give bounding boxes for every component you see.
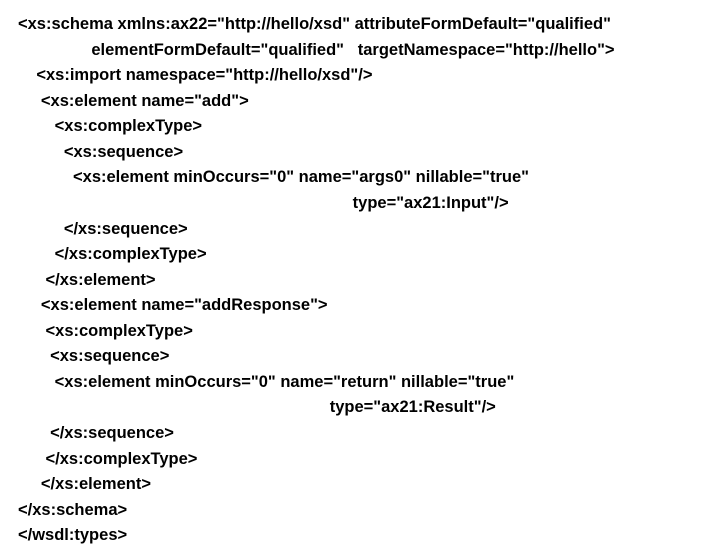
code-line: <xs:import namespace="http://hello/xsd"/… xyxy=(18,63,702,89)
code-line: <xs:complexType> xyxy=(18,319,702,345)
code-line: </xs:schema> xyxy=(18,498,702,524)
code-line: <xs:sequence> xyxy=(18,140,702,166)
code-line: <xs:sequence> xyxy=(18,344,702,370)
code-line: <xs:element name="addResponse"> xyxy=(18,293,702,319)
code-line: elementFormDefault="qualified" targetNam… xyxy=(18,38,702,64)
code-line: <xs:element minOccurs="0" name="return" … xyxy=(18,370,702,396)
xml-schema-code-block: <xs:schema xmlns:ax22="http://hello/xsd"… xyxy=(18,12,702,549)
code-line: </wsdl:types> xyxy=(18,523,702,549)
code-line: </xs:sequence> xyxy=(18,217,702,243)
code-line: <xs:element name="add"> xyxy=(18,89,702,115)
code-line: </xs:complexType> xyxy=(18,447,702,473)
code-line: type="ax21:Result"/> xyxy=(18,395,702,421)
code-line: <xs:element minOccurs="0" name="args0" n… xyxy=(18,165,702,191)
code-line: type="ax21:Input"/> xyxy=(18,191,702,217)
code-line: </xs:element> xyxy=(18,268,702,294)
code-line: </xs:complexType> xyxy=(18,242,702,268)
code-line: </xs:sequence> xyxy=(18,421,702,447)
code-line: <xs:schema xmlns:ax22="http://hello/xsd"… xyxy=(18,12,702,38)
code-line: <xs:complexType> xyxy=(18,114,702,140)
code-line: </xs:element> xyxy=(18,472,702,498)
